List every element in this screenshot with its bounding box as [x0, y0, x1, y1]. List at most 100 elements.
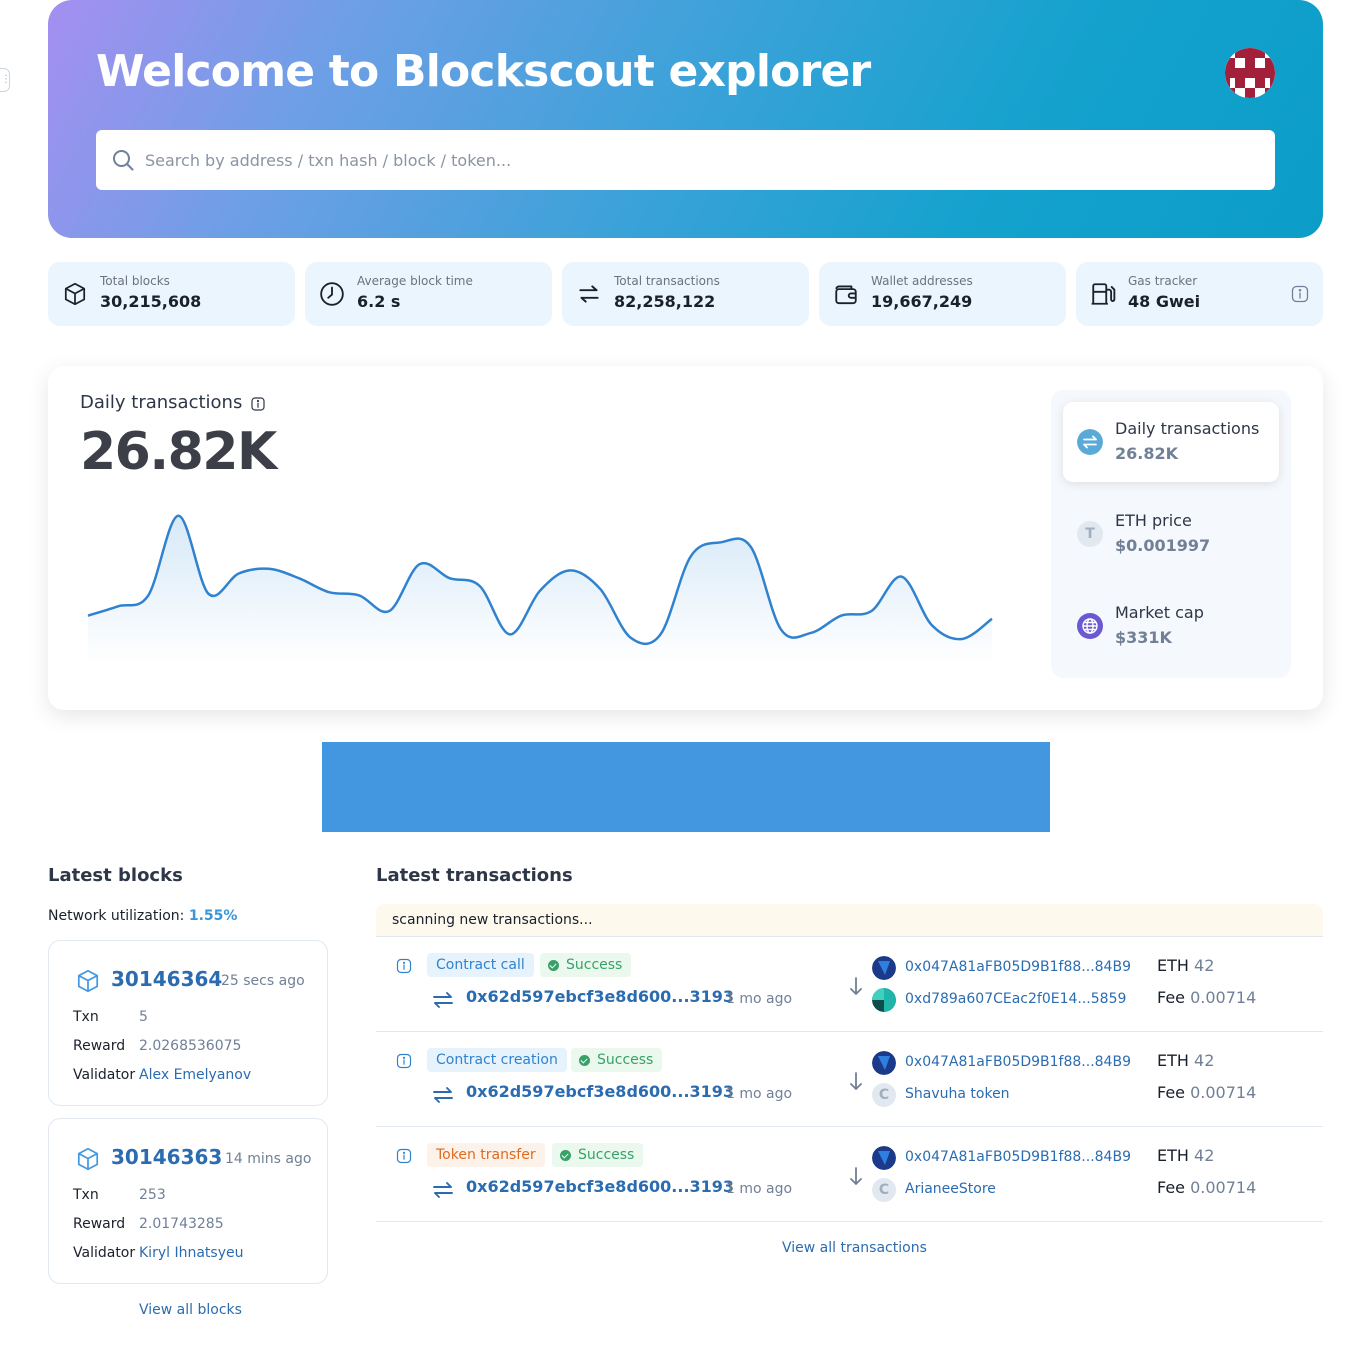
sidebar-toggle[interactable]: ⋮	[0, 68, 11, 92]
scanning-status-text: scanning new transactions...	[392, 912, 593, 928]
stat-gas-tracker: Gas tracker 48 Gwei	[1076, 262, 1323, 326]
chart-data-point[interactable]	[867, 607, 875, 615]
chart-data-point[interactable]	[657, 630, 665, 638]
block-number-link[interactable]: 30146363	[111, 1145, 222, 1169]
contract-letter-icon: C	[872, 1178, 896, 1202]
view-all-transactions-link[interactable]: View all transactions	[782, 1240, 927, 1256]
from-address-link[interactable]: 0x047A81aFB05D9B1f88...84B9	[905, 1149, 1131, 1165]
chart-data-point[interactable]	[536, 587, 544, 595]
transactions-icon	[433, 992, 453, 1008]
chart-data-point[interactable]	[415, 560, 423, 568]
network-utilization-value: 1.55%	[188, 908, 238, 924]
chart-data-point[interactable]	[446, 574, 454, 582]
token-letter-icon: T	[1077, 521, 1103, 547]
txn-value: 253	[139, 1187, 166, 1203]
chart-data-point[interactable]	[898, 573, 906, 581]
chart-data-point[interactable]	[777, 626, 785, 634]
tx-hash-link[interactable]: 0x62d597ebcf3e8d600...3193	[466, 987, 734, 1006]
tx-status-label: Success	[578, 1147, 635, 1163]
indicator-title: ETH price	[1115, 511, 1192, 530]
tx-type-tag: Contract call	[427, 953, 534, 977]
daily-transactions-chart[interactable]	[78, 496, 1008, 676]
chart-data-point[interactable]	[928, 621, 936, 629]
block-number-link[interactable]: 30146364	[111, 967, 222, 991]
info-icon[interactable]	[396, 958, 412, 974]
indicator-value: 26.82K	[1115, 444, 1179, 463]
chart-data-point[interactable]	[566, 566, 574, 574]
info-icon[interactable]	[251, 397, 265, 411]
tx-fee-value: Fee 0.00714	[1157, 988, 1256, 1007]
chart-data-point[interactable]	[325, 588, 333, 596]
to-address-link[interactable]: 0xd789a607CEac2f0E14...5859	[905, 991, 1126, 1007]
chart-data-point[interactable]	[355, 591, 363, 599]
chart-data-point[interactable]	[114, 602, 122, 610]
tx-type-tag: Contract creation	[427, 1048, 567, 1072]
scanning-status-bar: scanning new transactions...	[376, 904, 1323, 936]
cube-icon	[64, 282, 86, 306]
validator-label: Validator	[73, 1067, 136, 1083]
chart-title: Daily transactions	[80, 392, 243, 413]
stat-wallet-addresses: Wallet addresses 19,667,249	[819, 262, 1066, 326]
chart-data-point[interactable]	[687, 552, 695, 560]
view-all-blocks-link[interactable]: View all blocks	[139, 1302, 242, 1318]
latest-blocks-title: Latest blocks	[48, 865, 183, 886]
indicator-market-cap[interactable]: Market cap $331K	[1063, 586, 1279, 666]
tx-status-label: Success	[566, 957, 623, 973]
indicator-eth-price[interactable]: T ETH price $0.001997	[1063, 494, 1279, 574]
stat-total-blocks: Total blocks 30,215,608	[48, 262, 295, 326]
tx-fee-value: Fee 0.00714	[1157, 1178, 1256, 1197]
clock-icon	[320, 282, 344, 306]
chart-data-point[interactable]	[144, 591, 152, 599]
chart-data-point[interactable]	[265, 565, 273, 573]
chart-data-point[interactable]	[958, 635, 966, 643]
indicator-value: $0.001997	[1115, 536, 1211, 555]
from-address-link[interactable]: 0x047A81aFB05D9B1f88...84B9	[905, 959, 1131, 975]
stat-label: Total transactions	[614, 274, 720, 288]
tx-hash-link[interactable]: 0x62d597ebcf3e8d600...3193	[466, 1177, 734, 1196]
chart-data-point[interactable]	[626, 633, 634, 641]
chart-data-point[interactable]	[807, 629, 815, 637]
address-avatar	[872, 1146, 896, 1170]
info-icon[interactable]	[396, 1148, 412, 1164]
tx-age: 1 mo ago	[726, 1086, 793, 1102]
indicator-daily-transactions[interactable]: Daily transactions 26.82K	[1063, 402, 1279, 482]
chevron-icon: ⋮	[1, 74, 11, 85]
stat-value: 30,215,608	[100, 292, 202, 311]
daily-transactions-chart-card: Daily transactions 26.82K Daily transact…	[48, 366, 1323, 710]
validator-link[interactable]: Kiryl Ihnatsyeu	[139, 1245, 243, 1261]
chart-data-point[interactable]	[506, 630, 514, 638]
transactions-icon	[433, 1182, 453, 1198]
search-input[interactable]	[145, 130, 1255, 190]
chart-data-point[interactable]	[174, 512, 182, 520]
from-address-link[interactable]: 0x047A81aFB05D9B1f88...84B9	[905, 1054, 1131, 1070]
chart-data-point[interactable]	[837, 612, 845, 620]
info-icon[interactable]	[1291, 285, 1309, 303]
stat-value: 6.2 s	[357, 292, 401, 311]
chart-data-point[interactable]	[235, 570, 243, 578]
chart-data-point[interactable]	[717, 538, 725, 546]
chart-data-point[interactable]	[295, 574, 303, 582]
validator-link[interactable]: Alex Emelyanov	[139, 1067, 251, 1083]
profile-avatar[interactable]	[1225, 48, 1275, 98]
txn-label: Txn	[73, 1009, 99, 1025]
to-address-link[interactable]: Shavuha token	[905, 1086, 1010, 1102]
info-icon[interactable]	[396, 1053, 412, 1069]
check-circle-icon	[560, 1150, 571, 1161]
chart-data-point[interactable]	[476, 582, 484, 590]
chart-data-point[interactable]	[988, 615, 996, 623]
chart-data-point[interactable]	[84, 612, 92, 620]
chart-data-point[interactable]	[205, 590, 213, 598]
divider	[376, 1221, 1323, 1222]
eth-amount: 42	[1194, 956, 1215, 975]
to-address-link[interactable]: ArianeeStore	[905, 1181, 996, 1197]
chart-data-point[interactable]	[385, 607, 393, 615]
tx-hash-link[interactable]: 0x62d597ebcf3e8d600...3193	[466, 1082, 734, 1101]
indicator-title: Daily transactions	[1115, 419, 1260, 438]
arrow-down-icon	[850, 1072, 862, 1090]
transactions-icon	[433, 1087, 453, 1103]
chart-data-point[interactable]	[747, 543, 755, 551]
page-title: Welcome to Blockscout explorer	[96, 46, 871, 97]
ad-banner[interactable]	[322, 742, 1050, 832]
chart-data-point[interactable]	[596, 585, 604, 593]
wallet-icon	[835, 285, 857, 305]
